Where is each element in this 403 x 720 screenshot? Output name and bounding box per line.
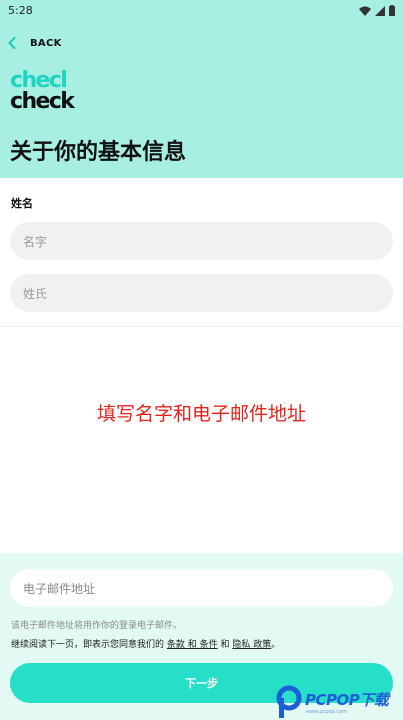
watermark-sub: www.pcpop.com xyxy=(306,709,347,715)
battery-icon xyxy=(389,5,395,16)
logo-line-2: check xyxy=(10,89,75,114)
next-button-label: 下一步 xyxy=(185,677,218,690)
name-section-label: 姓名 xyxy=(11,197,33,210)
header: BACK checl check 关于你的基本信息 xyxy=(0,22,403,178)
privacy-link[interactable]: 隐私 政策 xyxy=(232,640,271,650)
first-name-input[interactable]: 名字 xyxy=(10,222,393,260)
back-button[interactable]: BACK xyxy=(8,37,62,49)
annotation-text: 填写名字和电子邮件地址 xyxy=(96,403,306,425)
watermark: PCPOP下载 www.pcpop.com xyxy=(276,683,403,720)
cellular-signal-icon xyxy=(375,5,385,16)
email-input[interactable]: 电子邮件地址 xyxy=(10,569,393,607)
email-placeholder: 电子邮件地址 xyxy=(23,581,96,596)
terms-link[interactable]: 条款 和 条件 xyxy=(167,640,218,650)
watermark-logo-icon xyxy=(276,685,302,718)
logo-line-1: checl xyxy=(10,68,68,93)
app-logo: checl check xyxy=(10,70,102,116)
terms-prefix: 继续阅读下一页，即表示您同意我们的 xyxy=(11,640,165,650)
last-name-placeholder: 姓氏 xyxy=(23,286,48,301)
last-name-input[interactable]: 姓氏 xyxy=(10,274,393,312)
status-icons xyxy=(359,5,395,16)
terms-suffix: 。 xyxy=(271,640,281,650)
first-name-placeholder: 名字 xyxy=(23,234,48,249)
divider xyxy=(0,326,403,327)
wifi-icon xyxy=(359,6,371,16)
email-note: 该电子邮件地址将用作你的登录电子邮件。 xyxy=(11,621,183,631)
watermark-brand: PCPOP下载 xyxy=(305,691,389,709)
terms-and: 和 xyxy=(220,640,230,650)
status-bar: 5:28 xyxy=(0,0,403,22)
status-time: 5:28 xyxy=(8,4,33,17)
chevron-left-icon xyxy=(8,37,16,49)
terms-notice: 继续阅读下一页，即表示您同意我们的 条款 和 条件 和 隐私 政策。 xyxy=(11,637,280,650)
page-title: 关于你的基本信息 xyxy=(10,140,187,165)
back-label: BACK xyxy=(30,37,62,49)
name-section: 姓名 名字 姓氏 xyxy=(0,178,403,326)
